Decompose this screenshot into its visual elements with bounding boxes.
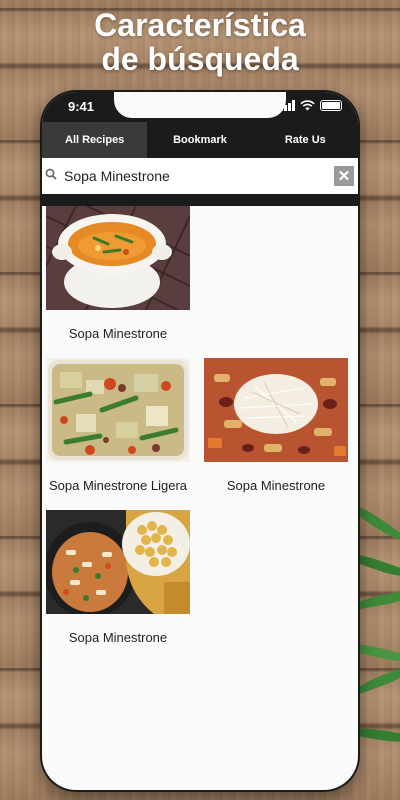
promo-headline: Característica de búsqueda bbox=[0, 8, 400, 76]
slow-cooker-soup-image bbox=[46, 510, 190, 614]
results-grid: Sopa Minestrone Sopa Minestrone Ligera S… bbox=[42, 206, 358, 790]
status-time: 9:41 bbox=[68, 99, 95, 114]
app-screen: 9:41 All Recipes Bookmark Rate Us Sopa M… bbox=[42, 92, 358, 790]
recipe-title: Sopa Minestrone Ligera bbox=[48, 478, 188, 493]
tab-all-recipes[interactable]: All Recipes bbox=[42, 122, 148, 158]
tab-bookmark[interactable]: Bookmark bbox=[147, 122, 252, 158]
phone-frame: 9:41 All Recipes Bookmark Rate Us Sopa M… bbox=[40, 90, 360, 792]
phone-notch bbox=[114, 92, 286, 118]
recipe-title: Sopa Minestrone bbox=[226, 478, 326, 493]
vegetable-soup-image bbox=[46, 358, 190, 462]
recipe-card[interactable]: Sopa Minestrone bbox=[200, 358, 352, 493]
promo-line-2: de búsqueda bbox=[101, 41, 299, 77]
search-input[interactable] bbox=[64, 164, 324, 188]
promo-line-1: Característica bbox=[94, 7, 306, 43]
pasta-soup-image bbox=[204, 358, 348, 462]
status-icons bbox=[280, 100, 342, 111]
recipe-card[interactable]: Sopa Minestrone bbox=[42, 206, 194, 341]
search-bar: ✕ bbox=[42, 158, 358, 206]
close-icon[interactable]: ✕ bbox=[334, 166, 354, 186]
soup-bowl-image bbox=[46, 206, 190, 310]
wifi-icon bbox=[300, 100, 315, 111]
recipe-title: Sopa Minestrone bbox=[68, 630, 168, 645]
tab-rate-us[interactable]: Rate Us bbox=[253, 122, 358, 158]
tab-bar: All Recipes Bookmark Rate Us bbox=[42, 122, 358, 158]
recipe-card[interactable]: Sopa Minestrone bbox=[42, 510, 194, 645]
recipe-title: Sopa Minestrone bbox=[68, 326, 168, 341]
recipe-card[interactable]: Sopa Minestrone Ligera bbox=[42, 358, 194, 493]
search-icon bbox=[45, 168, 57, 180]
battery-icon bbox=[320, 100, 342, 111]
